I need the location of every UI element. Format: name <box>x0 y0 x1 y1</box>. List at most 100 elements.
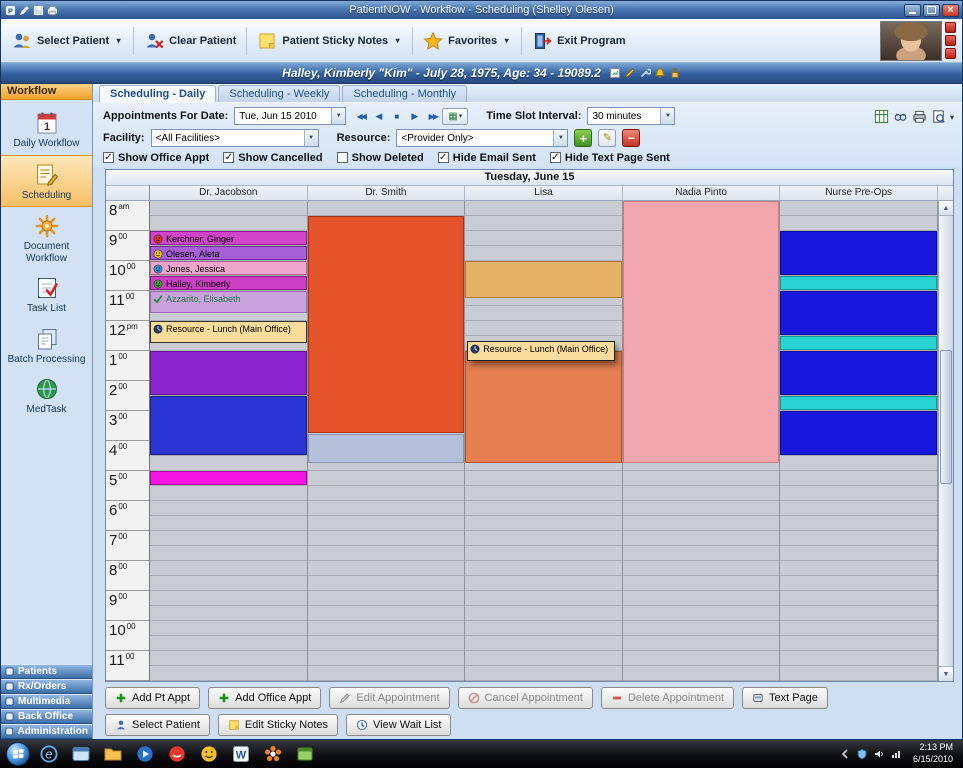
tray-expand-icon[interactable] <box>839 748 851 760</box>
sidebar-panel-multimedia[interactable]: Multimedia <box>1 694 92 709</box>
appointment-block[interactable] <box>150 351 307 395</box>
checkbox[interactable] <box>103 152 114 163</box>
button-cancel-appointment[interactable]: Cancel Appointment <box>457 687 593 709</box>
multi-view-button[interactable] <box>442 107 469 125</box>
dropdown-arrow-icon[interactable] <box>660 108 675 124</box>
appointment-block[interactable] <box>307 433 465 463</box>
taskbar-clock[interactable]: 2:13 PM 6/15/2010 <box>909 742 957 765</box>
button-add-pt-appt[interactable]: Add Pt Appt <box>105 687 201 709</box>
appointment[interactable]: Jones, Jessica <box>150 261 307 275</box>
dropdown-arrow-icon[interactable] <box>553 130 568 146</box>
smiley-icon[interactable] <box>197 743 221 765</box>
schedule-column-nadia-pinto[interactable] <box>622 201 781 681</box>
appointment-block[interactable] <box>780 291 937 335</box>
last-button[interactable] <box>424 108 441 124</box>
button-text-page[interactable]: Text Page <box>742 687 828 709</box>
checkbox[interactable] <box>549 152 561 163</box>
flower-icon[interactable] <box>261 743 285 765</box>
button-select-patient[interactable]: Select Patient <box>105 714 210 736</box>
appointment-block[interactable] <box>150 471 307 485</box>
start-button[interactable] <box>6 742 30 766</box>
appointment[interactable]: Resource - Lunch (Main Office) <box>150 321 307 343</box>
column-header-dr-jacobson[interactable]: Dr. Jacobson <box>150 186 308 200</box>
appointment-block[interactable] <box>780 411 937 455</box>
schedule-column-lisa[interactable]: Resource - Lunch (Main Office) <box>465 201 623 681</box>
toolbar-button-clear-patient[interactable]: Clear Patient <box>137 23 243 59</box>
dropdown-caret-icon[interactable] <box>393 36 402 45</box>
appointment-block[interactable] <box>622 201 780 463</box>
sidebar-item-daily-workflow[interactable]: 1 Daily Workflow <box>1 104 92 155</box>
filter-show-cancelled[interactable]: Show Cancelled <box>223 152 323 164</box>
button-view-wait-list[interactable]: View Wait List <box>346 714 452 736</box>
sidebar-panel-patients[interactable]: Patients <box>1 664 92 679</box>
button-edit-appointment[interactable]: Edit Appointment <box>329 687 450 709</box>
sidebar-item-scheduling[interactable]: Scheduling <box>1 154 92 207</box>
scroll-down-button[interactable] <box>939 666 953 681</box>
close-button[interactable] <box>942 3 959 17</box>
appointment-block[interactable] <box>780 396 937 410</box>
appointment[interactable]: Resource - Lunch (Main Office) <box>467 341 615 361</box>
appointment[interactable]: Olesen, Aleta <box>150 246 307 260</box>
appointment[interactable]: Kerchner, Ginger <box>150 231 307 245</box>
filter-hide-text-page-sent[interactable]: Hide Text Page Sent <box>549 152 670 164</box>
folder-icon[interactable] <box>101 743 125 765</box>
tab-scheduling-daily[interactable]: Scheduling - Daily <box>99 85 217 102</box>
add-resource-button[interactable] <box>574 129 593 147</box>
scroll-thumb[interactable] <box>940 349 952 485</box>
explorer-icon[interactable] <box>69 743 93 765</box>
button-edit-sticky-notes[interactable]: Edit Sticky Notes <box>217 714 339 736</box>
sidebar-panel-administration[interactable]: Administration <box>1 724 92 739</box>
toolbar-button-favorites[interactable]: Favorites <box>416 23 518 59</box>
edit-resource-button[interactable] <box>598 129 617 147</box>
photo-control-button[interactable] <box>945 48 956 59</box>
toolbar-button-patient-sticky-notes[interactable]: Patient Sticky Notes <box>250 23 409 59</box>
appointment-block[interactable] <box>465 261 622 298</box>
word-icon[interactable]: W <box>229 743 253 765</box>
internet-explorer-icon[interactable]: e <box>37 743 61 765</box>
sidebar-panel-rx-orders[interactable]: Rx/Orders <box>1 679 92 694</box>
column-header-dr-smith[interactable]: Dr. Smith <box>308 186 466 200</box>
button-delete-appointment[interactable]: Delete Appointment <box>600 687 734 709</box>
column-header-lisa[interactable]: Lisa <box>465 186 623 200</box>
tab-scheduling-weekly[interactable]: Scheduling - Weekly <box>218 85 341 102</box>
filter-hide-email-sent[interactable]: Hide Email Sent <box>437 152 536 164</box>
tab-scheduling-monthly[interactable]: Scheduling - Monthly <box>342 85 468 102</box>
scroll-up-button[interactable] <box>939 201 953 216</box>
facility-select[interactable]: <All Facilities> <box>150 129 319 147</box>
toolbar-button-select-patient[interactable]: Select Patient <box>5 23 130 59</box>
column-header-nadia-pinto[interactable]: Nadia Pinto <box>623 186 781 200</box>
appointment-block[interactable] <box>780 231 937 275</box>
interval-select[interactable]: 30 minutes <box>587 107 676 125</box>
sidebar-panel-back-office[interactable]: Back Office <box>1 709 92 724</box>
sidebar-item-batch-processing[interactable]: Batch Processing <box>1 320 92 371</box>
filter-show-office-appt[interactable]: Show Office Appt <box>103 152 209 164</box>
schedule-column-nurse-pre-ops[interactable] <box>780 201 938 681</box>
first-button[interactable] <box>352 108 369 124</box>
minimize-button[interactable] <box>904 3 921 17</box>
sidebar-item-medtask[interactable]: MedTask <box>1 370 92 421</box>
schedule-column-dr-jacobson[interactable]: Kerchner, Ginger Olesen, Aleta Jones, Jess… <box>150 201 308 681</box>
next-button[interactable] <box>406 108 423 124</box>
media-player-icon[interactable] <box>133 743 157 765</box>
column-header-nurse-pre-ops[interactable]: Nurse Pre-Ops <box>780 186 938 200</box>
messenger-icon[interactable] <box>165 743 189 765</box>
photo-control-button[interactable] <box>945 22 956 33</box>
dropdown-caret-icon[interactable] <box>502 36 511 45</box>
remove-resource-button[interactable] <box>622 129 641 147</box>
filter-show-deleted[interactable]: Show Deleted <box>336 152 424 164</box>
network-icon[interactable] <box>890 748 902 760</box>
sidebar-item-document-workflow[interactable]: Document Workflow <box>1 207 92 269</box>
appointment-block[interactable] <box>307 216 465 433</box>
sidebar-item-task-list[interactable]: Task List <box>1 269 92 320</box>
maximize-button[interactable] <box>923 3 940 17</box>
date-select[interactable]: Tue, Jun 15 2010 <box>234 107 347 125</box>
appointment[interactable]: Azzarito, Elisabeth <box>150 291 307 313</box>
security-icon[interactable] <box>856 748 868 760</box>
appointment-block[interactable] <box>150 396 307 455</box>
schedule-column-dr-smith[interactable] <box>307 201 466 681</box>
appointment-block[interactable] <box>780 276 937 290</box>
dropdown-arrow-icon[interactable] <box>331 108 346 124</box>
photo-control-button[interactable] <box>945 35 956 46</box>
stop-button[interactable] <box>388 108 405 124</box>
previous-button[interactable] <box>370 108 387 124</box>
